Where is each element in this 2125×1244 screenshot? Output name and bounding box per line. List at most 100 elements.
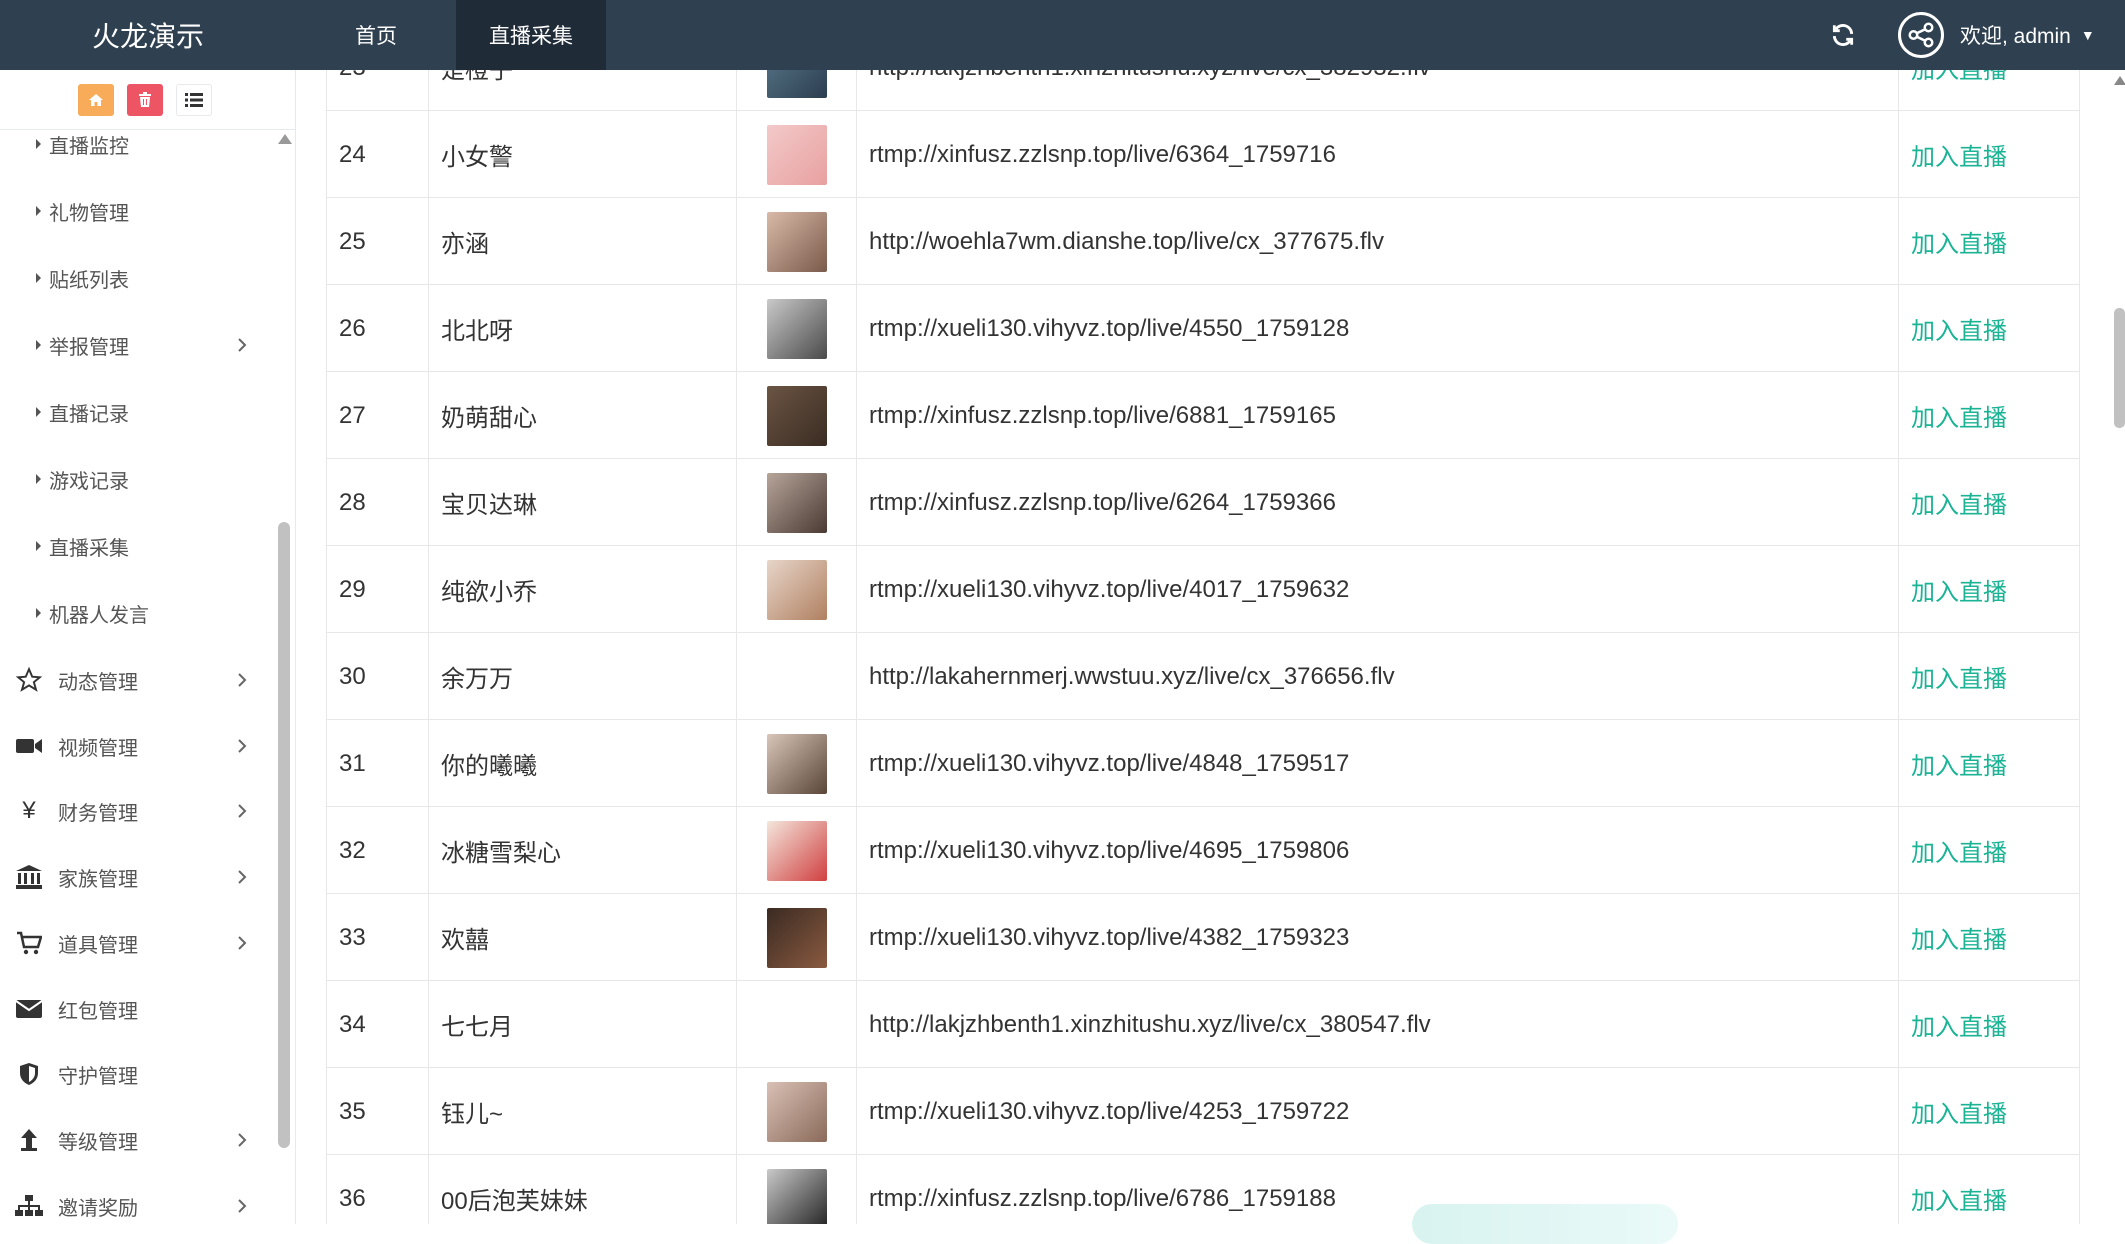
cart-icon [14,928,44,958]
row-name: 北北呀 [429,285,737,372]
join-live-link[interactable]: 加入直播 [1899,285,2081,372]
row-stream-url: rtmp://xueli130.vihyvz.top/live/4382_175… [857,894,1899,981]
row-name: 宝贝达琳 [429,459,737,546]
row-thumb-cell [737,285,857,372]
row-id: 32 [327,807,429,894]
row-stream-url: rtmp://xueli130.vihyvz.top/live/4848_175… [857,720,1899,807]
list-icon[interactable] [176,84,212,116]
table-row: 27 奶萌甜心 rtmp://xinfusz.zzlsnp.top/live/688… [326,372,2080,459]
join-live-link[interactable]: 加入直播 [1899,720,2081,807]
table-row: 24 小女警 rtmp://xinfusz.zzlsnp.top/live/6364… [326,111,2080,198]
thumbnail-image [766,70,827,98]
join-live-link[interactable]: 加入直播 [1899,198,2081,285]
sidebar-item-guard[interactable]: 守护管理 [14,1056,254,1092]
row-id: 24 [327,111,429,198]
row-id: 25 [327,198,429,285]
row-thumb-cell [737,459,857,546]
row-name: 小女警 [429,111,737,198]
row-stream-url: rtmp://xinfusz.zzlsnp.top/live/6364_1759… [857,111,1899,198]
row-thumb-cell [737,807,857,894]
sidebar-item-live-monitor[interactable]: 直播监控 [36,129,129,159]
table-row: 30 余万万 http://lakahernmerj.wwstuu.xyz/live… [326,633,2080,720]
sidebar-item-game-record[interactable]: 游戏记录 [36,464,129,494]
refresh-icon[interactable] [1826,18,1860,52]
sidebar-item-sticker[interactable]: 贴纸列表 [36,263,129,293]
tab-home[interactable]: 首页 [296,0,456,70]
shield-icon [14,1059,44,1089]
sidebar: 直播监控 礼物管理 贴纸列表 举报管理 直播记录 游戏记录 直播采集 机器人发言… [0,70,296,1224]
row-thumb-cell [737,372,857,459]
chevron-right-icon [236,928,248,958]
sidebar-item-family[interactable]: 家族管理 [14,859,254,895]
join-live-link[interactable]: 加入直播 [1899,459,2081,546]
trash-icon[interactable] [127,84,163,116]
scroll-up-arrow-icon[interactable] [2114,76,2125,85]
table-row: 31 你的曦曦 rtmp://xueli130.vihyvz.top/live/48… [326,720,2080,807]
table-row: 33 欢囍 rtmp://xueli130.vihyvz.top/live/4382… [326,894,2080,981]
join-live-link[interactable]: 加入直播 [1899,981,2081,1068]
sidebar-toolbar [0,70,295,130]
join-live-link[interactable]: 加入直播 [1899,807,2081,894]
caret-right-icon [36,407,41,417]
sidebar-item-live-record[interactable]: 直播记录 [36,397,129,427]
bank-icon [14,862,44,892]
row-stream-url: rtmp://xueli130.vihyvz.top/live/4550_175… [857,285,1899,372]
scroll-up-arrow-icon[interactable] [278,134,292,144]
row-thumb-cell [737,1068,857,1155]
sidebar-item-dynamic[interactable]: 动态管理 [14,662,254,698]
row-id: 33 [327,894,429,981]
yen-icon: ¥ [22,797,36,824]
row-name: 余万万 [429,633,737,720]
caret-right-icon [36,608,41,618]
sidebar-item-report[interactable]: 举报管理 [36,330,129,360]
join-live-link[interactable]: 加入直播 [1899,633,2081,720]
table-row: 29 纯欲小乔 rtmp://xueli130.vihyvz.top/live/40… [326,546,2080,633]
sidebar-item-gift[interactable]: 礼物管理 [36,196,129,226]
tab-live-collect[interactable]: 直播采集 [456,0,606,70]
thumbnail-image [766,472,827,533]
main-scrollbar[interactable] [2114,308,2125,428]
table-row: 32 冰糖雪梨心 rtmp://xueli130.vihyvz.top/live/4… [326,807,2080,894]
row-name: 纯欲小乔 [429,546,737,633]
row-name: 00后泡芙妹妹 [429,1155,737,1224]
level-up-icon [14,1125,44,1155]
join-live-link[interactable]: 加入直播 [1899,111,2081,198]
sidebar-scrollbar[interactable] [278,522,290,1148]
row-thumb-cell [737,633,857,720]
join-live-link[interactable]: 加入直播 [1899,1068,2081,1155]
chevron-right-icon [236,665,248,695]
sidebar-item-video[interactable]: 视频管理 [14,728,254,764]
row-id: 35 [327,1068,429,1155]
caret-down-icon: ▼ [2080,27,2095,43]
envelope-icon [14,994,44,1024]
row-stream-url: http://lakjzhbenth1.xinzhitushu.xyz/live… [857,70,1899,111]
avatar[interactable] [1898,12,1944,58]
join-live-link[interactable]: 加入直播 [1899,372,2081,459]
thumbnail-image [766,559,827,620]
row-stream-url: rtmp://xueli130.vihyvz.top/live/4017_175… [857,546,1899,633]
table-row: 36 00后泡芙妹妹 rtmp://xinfusz.zzlsnp.top/live/… [326,1155,2080,1224]
row-id: 27 [327,372,429,459]
thumbnail-image [766,820,827,881]
home-icon[interactable] [78,84,114,116]
join-live-link[interactable]: 加入直播 [1899,894,2081,981]
join-live-link[interactable]: 加入直播 [1899,1155,2081,1224]
table-row: 28 宝贝达琳 rtmp://xinfusz.zzlsnp.top/live/626… [326,459,2080,546]
sidebar-item-finance[interactable]: ¥ 财务管理 [14,793,254,829]
row-thumb-cell [737,981,857,1068]
row-id: 31 [327,720,429,807]
row-stream-url: rtmp://xinfusz.zzlsnp.top/live/6264_1759… [857,459,1899,546]
join-live-link[interactable]: 加入直播 [1899,70,2081,111]
thumbnail-image [766,907,827,968]
sidebar-item-level[interactable]: 等级管理 [14,1122,254,1158]
sidebar-item-live-collect[interactable]: 直播采集 [36,531,129,561]
sidebar-item-invite-reward[interactable]: 邀请奖励 [14,1188,254,1224]
sidebar-item-red-packet[interactable]: 红包管理 [14,991,254,1027]
user-menu[interactable]: 欢迎, admin ▼ [1960,0,2095,70]
sidebar-item-props[interactable]: 道具管理 [14,925,254,961]
floating-widget[interactable] [1412,1204,1678,1244]
chevron-right-icon [236,796,248,826]
sidebar-item-robot-speech[interactable]: 机器人发言 [36,598,149,628]
join-live-link[interactable]: 加入直播 [1899,546,2081,633]
sitemap-icon [14,1191,44,1221]
